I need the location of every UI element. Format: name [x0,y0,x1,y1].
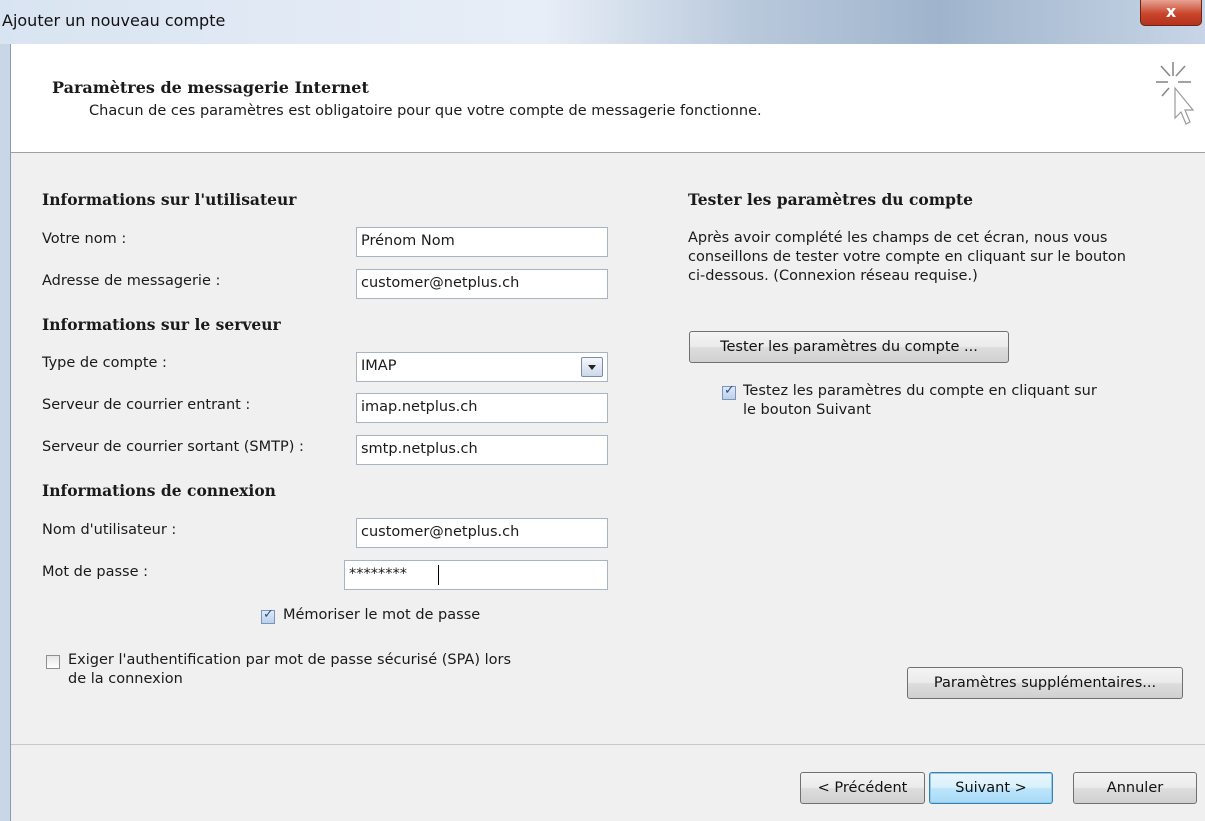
password-label: Mot de passe : [42,564,149,580]
spa-label-line1: Exiger l'authentification par mot de pas… [68,652,512,668]
page-title: Paramètres de messagerie Internet [52,78,369,97]
account-type-value: IMAP [361,358,397,374]
test-desc-line1: Après avoir complété les champs de cet é… [688,230,1108,246]
spa-label-line2: de la connexion [68,671,183,687]
user-info-heading: Informations sur l'utilisateur [42,190,297,209]
close-button[interactable]: x [1140,0,1202,26]
username-label: Nom d'utilisateur : [42,522,177,538]
password-field[interactable]: ******** [344,560,608,590]
outgoing-server-label: Serveur de courrier sortant (SMTP) : [42,439,304,455]
account-type-select[interactable]: IMAP [356,352,608,382]
footer-separator [11,744,1205,745]
incoming-server-field[interactable]: imap.netplus.ch [356,393,608,423]
email-field[interactable]: customer@netplus.ch [356,269,608,299]
outgoing-server-field[interactable]: smtp.netplus.ch [356,435,608,465]
name-label: Votre nom : [42,231,127,247]
test-desc-line3: ci-dessous. (Connexion réseau requise.) [688,268,978,284]
more-settings-button[interactable]: Paramètres supplémentaires... [907,667,1183,699]
title-bar: Ajouter un nouveau compte x [0,0,1205,44]
wizard-header: Paramètres de messagerie Internet Chacun… [11,44,1205,153]
auto-test-label-line1: Testez les paramètres du compte en cliqu… [743,383,1097,399]
spa-checkbox[interactable] [46,655,60,669]
account-type-label: Type de compte : [42,355,167,371]
test-desc-line2: conseillons de tester votre compte en cl… [688,249,1126,265]
test-account-button[interactable]: Tester les paramètres du compte ... [689,331,1009,363]
dialog-body: Paramètres de messagerie Internet Chacun… [10,44,1205,821]
auto-test-label-line2: le bouton Suivant [743,402,871,418]
cancel-button[interactable]: Annuler [1073,772,1197,804]
text-cursor [438,565,439,585]
test-heading: Tester les paramètres du compte [688,190,974,209]
email-label: Adresse de messagerie : [42,273,221,289]
login-info-heading: Informations de connexion [42,481,276,500]
next-button[interactable]: Suivant > [929,772,1053,804]
remember-password-label: Mémoriser le mot de passe [283,607,481,623]
auto-test-checkbox[interactable] [722,383,736,400]
page-subtitle: Chacun de ces paramètres est obligatoire… [89,103,762,119]
back-button[interactable]: < Précédent [800,772,925,804]
username-field[interactable]: customer@netplus.ch [356,518,608,548]
window-title: Ajouter un nouveau compte [2,11,226,30]
incoming-server-label: Serveur de courrier entrant : [42,397,251,413]
name-field[interactable]: Prénom Nom [356,227,608,257]
server-info-heading: Informations sur le serveur [42,315,281,334]
wizard-cursor-icon [1156,62,1195,125]
remember-password-checkbox[interactable] [261,607,275,624]
password-mask: ******** [349,566,407,582]
chevron-down-icon[interactable] [581,357,603,377]
